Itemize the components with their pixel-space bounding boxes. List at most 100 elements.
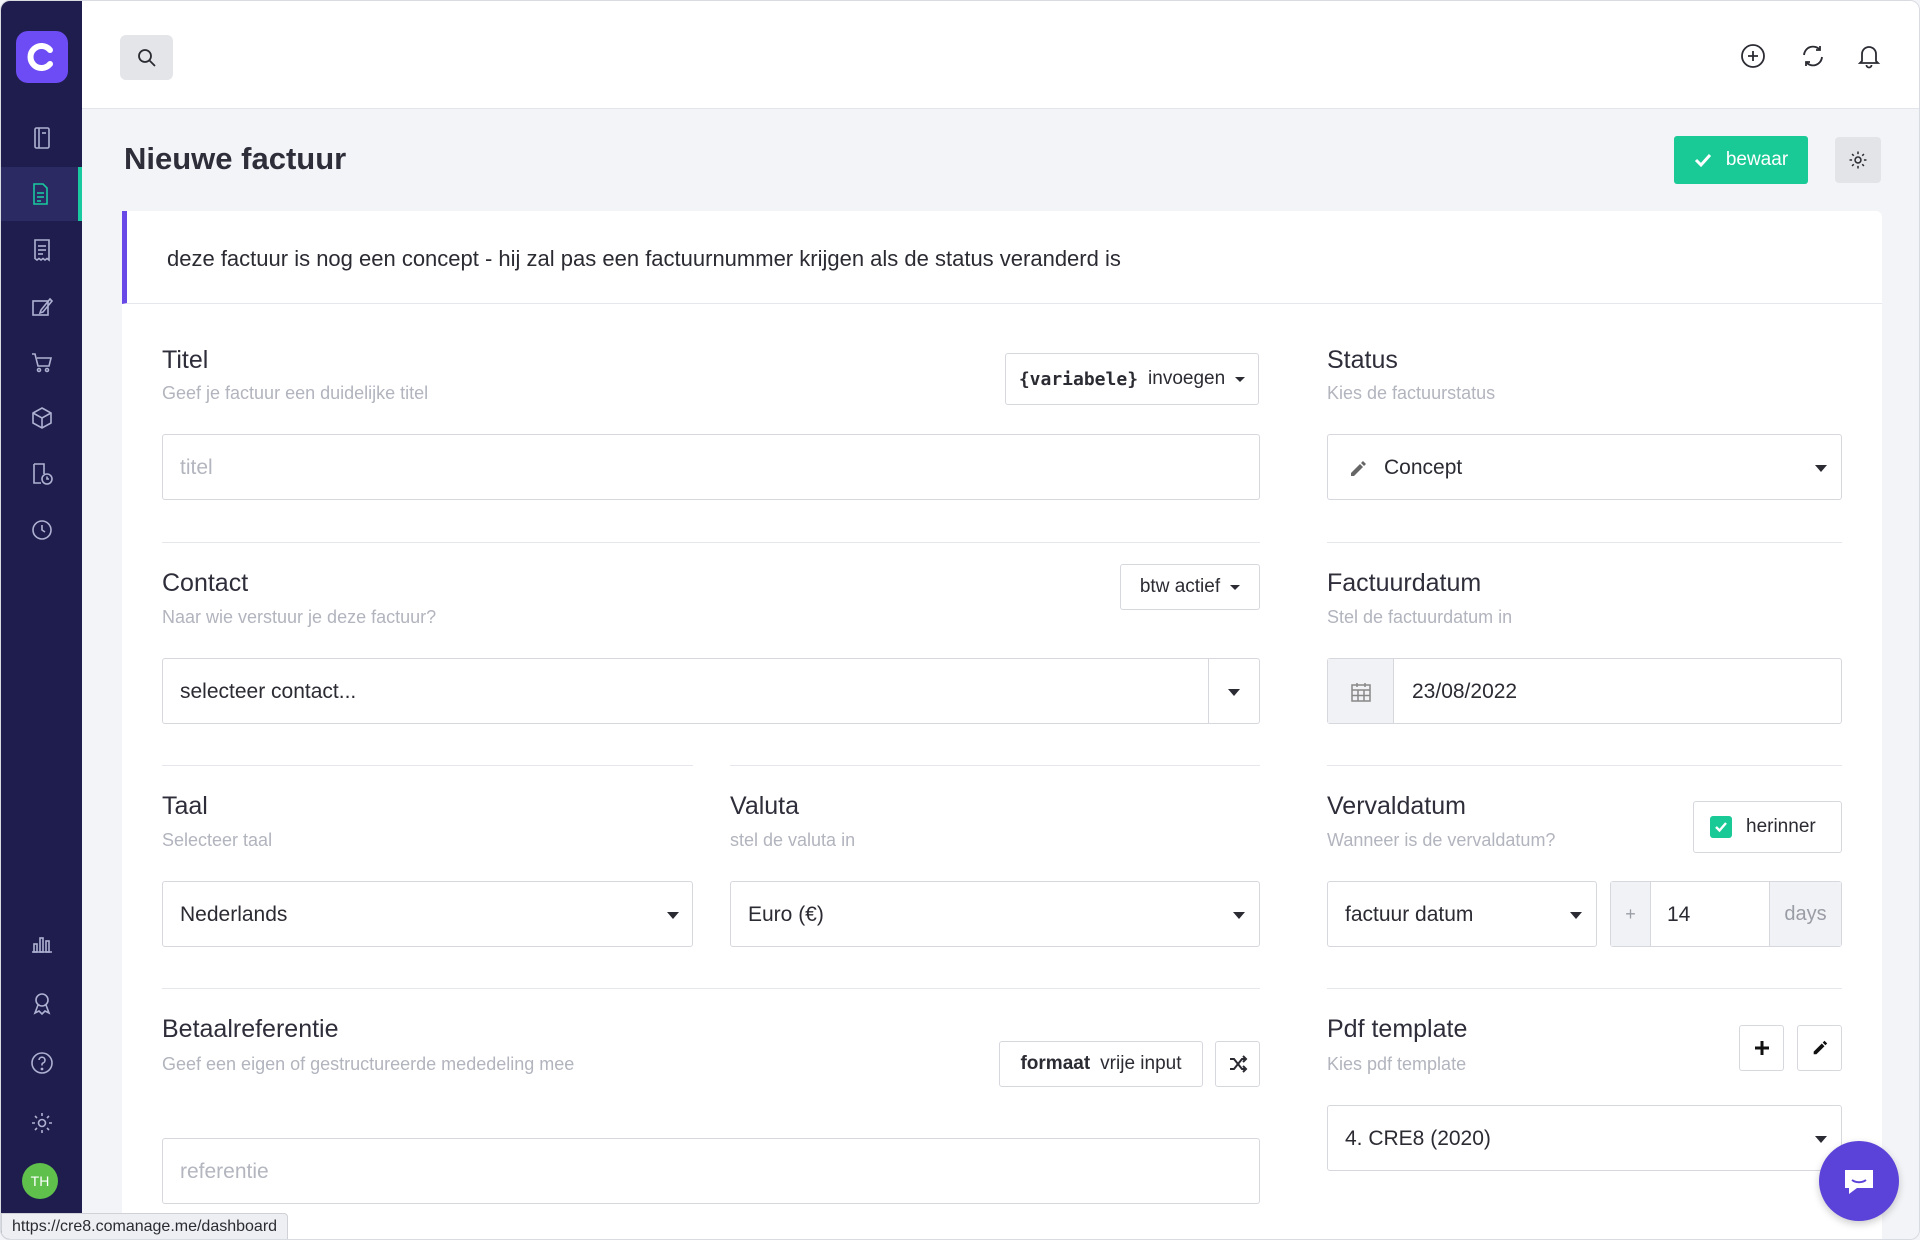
status-select[interactable]: Concept bbox=[1327, 434, 1842, 500]
betaalreferentie-hint: Geef een eigen of gestructureerde medede… bbox=[162, 1054, 575, 1074]
chevron-down-icon bbox=[1233, 912, 1245, 919]
save-button[interactable]: bewaar bbox=[1674, 136, 1808, 184]
divider bbox=[1327, 765, 1842, 766]
taal-select[interactable]: Nederlands bbox=[162, 881, 693, 947]
status-value: Concept bbox=[1384, 456, 1463, 479]
titel-label: Titel bbox=[162, 346, 209, 374]
sidebar-item-quotes[interactable] bbox=[1, 279, 82, 333]
browser-status-url: https://cre8.comanage.me/dashboard bbox=[1, 1213, 289, 1239]
calendar-icon bbox=[1351, 683, 1371, 702]
insert-label: invoegen bbox=[1148, 368, 1226, 389]
taal-hint: Selecteer taal bbox=[162, 830, 273, 850]
format-value: vrije input bbox=[1100, 1053, 1182, 1074]
btw-label: btw actief bbox=[1139, 576, 1221, 597]
btw-dropdown[interactable]: btw actief bbox=[1120, 564, 1260, 610]
plus-icon bbox=[1754, 1041, 1769, 1055]
draft-notice: deze factuur is nog een concept - hij za… bbox=[122, 211, 1882, 304]
sidebar-item-reports[interactable] bbox=[1, 916, 82, 970]
titel-placeholder: titel bbox=[180, 456, 213, 479]
format-key: formaat bbox=[1020, 1053, 1091, 1074]
sidebar-item-products[interactable] bbox=[1, 391, 82, 445]
chat-icon bbox=[1845, 1170, 1873, 1194]
refresh-button[interactable] bbox=[1798, 41, 1828, 71]
sidebar-item-history[interactable] bbox=[1, 503, 82, 557]
divider bbox=[730, 765, 1260, 766]
herinner-checkbox[interactable]: herinner bbox=[1693, 801, 1842, 853]
bell-icon bbox=[1857, 46, 1881, 69]
search-button[interactable] bbox=[120, 35, 173, 80]
sidebar-item-orders[interactable] bbox=[1, 335, 82, 389]
sidebar: TH bbox=[1, 1, 82, 1239]
shuffle-button[interactable] bbox=[1215, 1041, 1260, 1087]
chevron-down-icon bbox=[1815, 1136, 1827, 1143]
page-settings-button[interactable] bbox=[1835, 137, 1881, 183]
sidebar-item-help[interactable] bbox=[1, 1036, 82, 1090]
chevron-down-icon bbox=[1228, 689, 1240, 696]
titel-hint: Geef je factuur een duidelijke titel bbox=[162, 383, 429, 403]
days-value: 14 bbox=[1667, 903, 1691, 926]
chevron-down-icon bbox=[1235, 376, 1246, 382]
sidebar-item-timesheets[interactable] bbox=[1, 447, 82, 501]
referentie-placeholder: referentie bbox=[180, 1160, 269, 1183]
betaalreferentie-label: Betaalreferentie bbox=[162, 1015, 339, 1043]
box-icon bbox=[31, 407, 52, 429]
factuurdatum-hint: Stel de factuurdatum in bbox=[1327, 607, 1513, 627]
refresh-icon bbox=[1803, 45, 1823, 67]
logo-icon bbox=[27, 43, 53, 71]
gear-icon bbox=[1849, 151, 1867, 169]
vervaldatum-label: Vervaldatum bbox=[1327, 792, 1466, 820]
chat-button[interactable] bbox=[1819, 1141, 1899, 1221]
cart-icon bbox=[31, 353, 52, 373]
format-dropdown[interactable]: formaat vrije input bbox=[999, 1041, 1203, 1087]
invoice-form-card: deze factuur is nog een concept - hij za… bbox=[122, 211, 1882, 1239]
help-icon bbox=[30, 1052, 53, 1074]
select-divider bbox=[1208, 659, 1209, 723]
top-bar bbox=[82, 1, 1919, 109]
check-icon bbox=[1694, 153, 1711, 168]
factuurdatum-value: 23/08/2022 bbox=[1412, 680, 1518, 703]
divider bbox=[162, 542, 1260, 543]
add-button[interactable] bbox=[1738, 41, 1768, 71]
divider bbox=[162, 765, 693, 766]
pdf-template-value: 4. CRE8 (2020) bbox=[1345, 1127, 1491, 1150]
status-hint: Kies de factuurstatus bbox=[1327, 383, 1496, 403]
taal-value: Nederlands bbox=[180, 903, 288, 926]
invoice-icon bbox=[32, 183, 48, 205]
contact-select[interactable]: selecteer contact... bbox=[162, 658, 1260, 724]
receipt-icon bbox=[33, 239, 50, 262]
bar-chart-icon bbox=[31, 937, 52, 953]
sidebar-item-receipts[interactable] bbox=[1, 223, 82, 277]
pdf-template-hint: Kies pdf template bbox=[1327, 1054, 1467, 1074]
valuta-label: Valuta bbox=[730, 792, 800, 820]
checkbox-checked-icon bbox=[1710, 816, 1732, 838]
sidebar-item-invoices[interactable] bbox=[1, 167, 82, 221]
taal-label: Taal bbox=[162, 792, 208, 820]
pencil-icon bbox=[1813, 1040, 1827, 1055]
insert-variable-dropdown[interactable]: {variabele} invoegen bbox=[1005, 353, 1259, 405]
app-logo[interactable] bbox=[16, 31, 68, 83]
draft-notice-text: deze factuur is nog een concept - hij za… bbox=[167, 246, 1121, 271]
sidebar-item-settings[interactable] bbox=[1, 1096, 82, 1150]
referentie-input[interactable]: referentie bbox=[162, 1138, 1260, 1204]
sidebar-item-rewards[interactable] bbox=[1, 976, 82, 1030]
add-template-button[interactable] bbox=[1739, 1025, 1784, 1071]
notebook-icon bbox=[33, 127, 50, 149]
titel-input[interactable]: titel bbox=[162, 434, 1260, 500]
status-label: Status bbox=[1327, 346, 1398, 374]
edit-template-button[interactable] bbox=[1797, 1025, 1842, 1071]
app-window: TH Nieuwe factuur bewaar deze factuur is… bbox=[0, 0, 1920, 1240]
user-avatar[interactable]: TH bbox=[22, 1163, 58, 1199]
pdf-template-select[interactable]: 4. CRE8 (2020) bbox=[1327, 1105, 1842, 1171]
page-title: Nieuwe factuur bbox=[124, 141, 347, 176]
factuurdatum-input[interactable]: 23/08/2022 bbox=[1327, 658, 1842, 724]
notifications-button[interactable] bbox=[1854, 41, 1884, 71]
sidebar-item-notebook[interactable] bbox=[1, 111, 82, 165]
herinner-label: herinner bbox=[1746, 816, 1816, 837]
valuta-hint: stel de valuta in bbox=[730, 830, 856, 850]
vervaldatum-days-input[interactable]: + 14 days bbox=[1610, 881, 1842, 947]
vervaldatum-base-select[interactable]: factuur datum bbox=[1327, 881, 1597, 947]
divider bbox=[1327, 542, 1842, 543]
chevron-down-icon bbox=[1570, 912, 1582, 919]
contact-label: Contact bbox=[162, 569, 249, 597]
valuta-select[interactable]: Euro (€) bbox=[730, 881, 1260, 947]
